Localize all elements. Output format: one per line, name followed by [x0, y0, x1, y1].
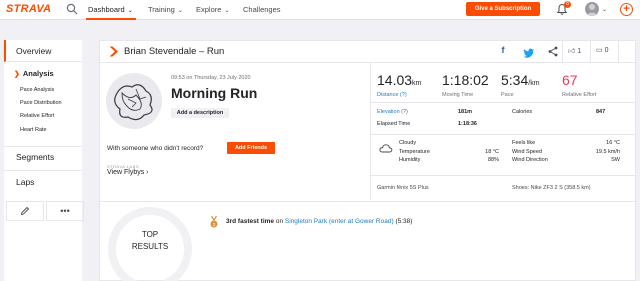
sidebar-item-relative-effort[interactable]: Relative Effort: [20, 113, 54, 119]
pencil-icon: [20, 206, 30, 216]
sidebar-item-analysis[interactable]: ❯ Analysis: [14, 69, 54, 78]
strava-logo[interactable]: STRAVA: [6, 3, 51, 15]
activity-card: Brian Stevendale – Run f 👍︎ 1 ▭ 0 09:53 …: [99, 40, 637, 281]
nav-active-indicator: [86, 18, 136, 20]
moving-time-value: 1:18:02: [442, 72, 489, 88]
wind-speed-label: Wind Speed: [512, 149, 542, 155]
chevron-down-icon[interactable]: ⌄: [602, 6, 607, 13]
divider: [4, 146, 82, 147]
comment-button[interactable]: ▭ 0: [596, 46, 608, 54]
page-title: Brian Stevendale – Run: [124, 46, 225, 57]
run-activity-icon: [109, 46, 118, 57]
segment-link[interactable]: Singleton Park (enter at Gower Road): [285, 218, 394, 225]
search-icon[interactable]: [66, 3, 78, 15]
record-prompt: With someone who didn't record?: [107, 145, 204, 152]
activity-datetime: 09:53 on Thursday, 23 July 2020: [171, 75, 251, 81]
elapsed-time-label: Elapsed Time: [377, 121, 411, 127]
cloud-icon: [379, 144, 393, 153]
moving-time-label: Moving Time: [442, 92, 474, 98]
edit-button[interactable]: [6, 201, 44, 221]
chevron-down-icon: ⌄: [127, 8, 133, 14]
wind-direction-label: Wind Direction: [512, 157, 548, 163]
elapsed-time-value: 1:18:36: [458, 121, 477, 127]
nav-training[interactable]: Training ⌄: [148, 5, 183, 14]
nav-explore[interactable]: Explore ⌄: [196, 5, 229, 14]
sidebar-item-laps[interactable]: Laps: [16, 177, 34, 187]
relative-effort-value[interactable]: 67: [562, 72, 578, 88]
activity-map-thumbnail[interactable]: [106, 73, 162, 129]
give-subscription-button[interactable]: Give a Subscription: [466, 2, 540, 16]
chevron-down-icon: ⌄: [177, 8, 183, 14]
divider: [618, 41, 619, 62]
device-name: Garmin fēnix 5S Plus: [377, 185, 429, 191]
notification-badge: 8: [564, 1, 571, 8]
comment-count: 0: [604, 47, 609, 54]
activity-header: Brian Stevendale – Run f 👍︎ 1 ▭ 0: [100, 41, 637, 63]
more-actions-button[interactable]: •••: [46, 201, 84, 221]
kudos-button[interactable]: 👍︎ 1: [568, 46, 581, 55]
calories-value: 847: [596, 109, 606, 115]
wind-speed-value: 19.5 km/h: [595, 149, 620, 155]
divider: [4, 170, 82, 171]
sidebar-item-heart-rate[interactable]: Heart Rate: [20, 127, 47, 133]
divider: [371, 102, 635, 103]
temperature-value: 18 °C: [485, 149, 499, 155]
achievement-time: (5:38): [393, 218, 413, 225]
add-description-button[interactable]: Add a description: [171, 108, 229, 118]
twitter-icon[interactable]: [522, 46, 536, 59]
pace-value: 5:34/km: [501, 72, 540, 88]
chevron-right-icon: ❯: [14, 71, 20, 78]
calories-label: Calories: [512, 109, 533, 115]
chevron-down-icon: ⌄: [224, 8, 230, 14]
divider: [590, 41, 591, 62]
sidebar-item-overview[interactable]: Overview: [4, 40, 82, 62]
relative-effort-label: Relative Effort: [562, 92, 597, 98]
achievement-row: 3rd fastest time on Singleton Park (ente…: [226, 218, 413, 225]
humidity-label: Humidity: [399, 157, 421, 163]
plus-icon[interactable]: +: [620, 3, 633, 16]
achievement-rank: 3rd fastest time: [226, 218, 275, 225]
activity-sidebar: Overview ❯ Analysis Pace Analysis Pace Di…: [4, 40, 84, 281]
top-results-label: TOP RESULTS: [131, 230, 169, 251]
divider: [100, 201, 637, 202]
weather-condition: Cloudy: [399, 140, 417, 146]
top-nav: STRAVA Dashboard ⌄ Training ⌄ Explore ⌄ Cha…: [0, 0, 640, 20]
comment-icon: ▭: [596, 47, 603, 54]
kudos-count: 1: [577, 48, 582, 55]
feels-like-label: Feels like: [512, 140, 536, 146]
distance-value: 14.03km: [377, 72, 422, 88]
sidebar-item-segments[interactable]: Segments: [16, 152, 54, 162]
share-icon[interactable]: [546, 45, 560, 58]
add-friends-button[interactable]: Add Friends: [227, 142, 275, 154]
elevation-label[interactable]: Elevation (?): [377, 109, 408, 115]
pace-label: Pace: [501, 92, 514, 98]
user-avatar[interactable]: [585, 2, 599, 16]
view-flybys-link[interactable]: View Flybys ›: [107, 169, 149, 176]
shoes-info: Shoes: Nike ZF3 2 S (358.5 km): [512, 185, 591, 191]
feels-like-value: 16 °C: [606, 140, 620, 146]
facebook-icon[interactable]: f: [496, 45, 510, 58]
activity-name: Morning Run: [171, 85, 258, 101]
divider: [371, 134, 635, 135]
thumbs-up-icon: 👍︎: [568, 48, 576, 55]
temperature-label: Temperature: [399, 149, 430, 155]
sidebar-item-pace-analysis[interactable]: Pace Analysis: [20, 87, 54, 93]
wind-direction-value: SW: [611, 157, 620, 163]
bronze-medal-icon: 3: [210, 216, 218, 228]
divider: [370, 63, 371, 200]
sidebar-item-pace-distribution[interactable]: Pace Distribution: [20, 100, 62, 106]
nav-dashboard[interactable]: Dashboard ⌄: [88, 5, 133, 14]
distance-label[interactable]: Distance (?): [377, 92, 407, 98]
humidity-value: 88%: [487, 157, 499, 163]
elevation-value: 181m: [458, 109, 473, 115]
divider: [371, 175, 635, 176]
nav-challenges[interactable]: Challenges: [243, 5, 281, 14]
divider: [562, 41, 563, 62]
